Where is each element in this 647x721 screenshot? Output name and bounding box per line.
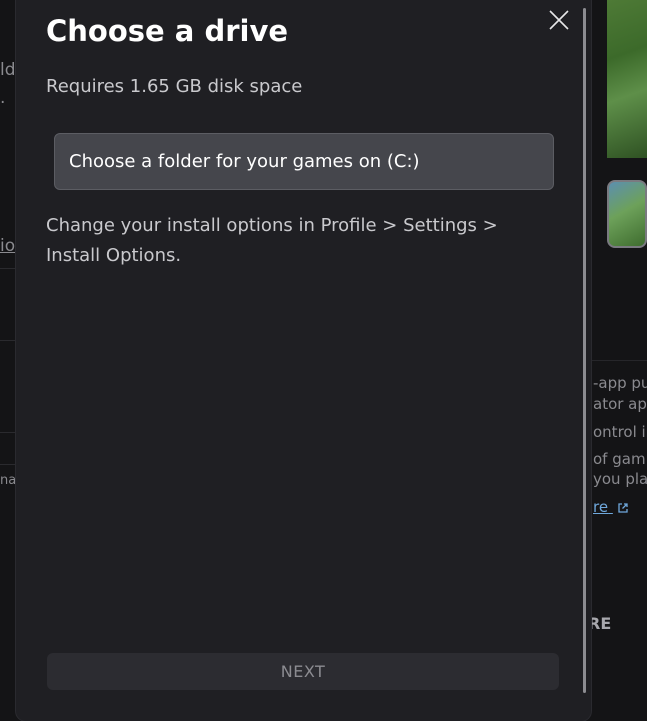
background-text-fragment: RE xyxy=(588,614,612,633)
background-link-text: re xyxy=(593,498,609,516)
game-screenshot-thumbnail[interactable] xyxy=(607,0,647,158)
choose-folder-label: Choose a folder for your games on (C:) xyxy=(69,151,420,172)
background-text-fragment: -app pu xyxy=(593,374,647,392)
background-divider xyxy=(0,432,16,433)
background-divider xyxy=(0,464,16,465)
next-button-label: NEXT xyxy=(280,662,326,681)
choose-drive-dialog: Choose a drive Requires 1.65 GB disk spa… xyxy=(16,0,591,721)
background-text-dot: . xyxy=(0,88,6,108)
next-button[interactable]: NEXT xyxy=(47,653,559,690)
dialog-scrollbar[interactable] xyxy=(583,8,586,693)
install-options-info: Change your install options in Profile >… xyxy=(46,215,498,266)
background-text-fragment: of gam xyxy=(593,450,646,468)
background-link-fragment[interactable]: io xyxy=(0,236,15,256)
choose-folder-option[interactable]: Choose a folder for your games on (C:) xyxy=(54,133,554,190)
disk-space-requirement: Requires 1.65 GB disk space xyxy=(46,76,303,97)
close-button[interactable] xyxy=(545,6,573,34)
dialog-title: Choose a drive xyxy=(46,14,289,48)
background-text-fragment: ontrol in xyxy=(593,423,647,441)
close-icon xyxy=(549,10,569,30)
game-screenshot-thumbnail-selected[interactable] xyxy=(607,180,647,248)
background-text-fragment: ld xyxy=(0,60,16,80)
external-link-icon xyxy=(618,502,628,513)
background-divider xyxy=(588,360,647,361)
background-text-fragment: ator app xyxy=(593,395,647,413)
background-divider xyxy=(0,340,16,341)
background-text-fragment: you pla xyxy=(593,470,647,488)
background-divider xyxy=(0,268,16,269)
background-learn-more-link[interactable]: re xyxy=(593,498,629,516)
background-text-fragment: na xyxy=(0,473,17,488)
